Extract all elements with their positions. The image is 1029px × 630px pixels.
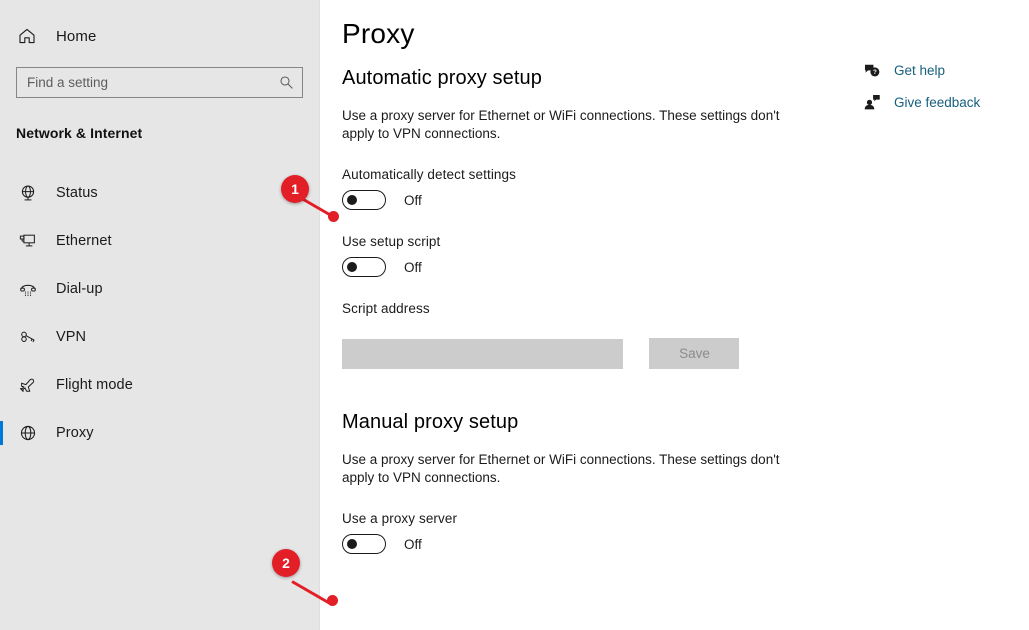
get-help-link[interactable]: ? Get help xyxy=(862,60,1007,80)
use-proxy-server-toggle-row: Off xyxy=(342,534,1029,554)
sidebar-item-ethernet[interactable]: Ethernet xyxy=(0,217,319,265)
save-button[interactable]: Save xyxy=(649,338,740,369)
home-icon xyxy=(16,25,38,47)
manual-proxy-heading: Manual proxy setup xyxy=(342,411,519,433)
use-setup-script-toggle-state: Off xyxy=(404,259,422,275)
toggle-knob xyxy=(347,262,357,272)
related-links: ? Get help Give feedback xyxy=(862,60,1007,124)
feedback-person-icon xyxy=(862,92,882,112)
page-title: Proxy xyxy=(342,18,415,49)
sidebar-item-vpn-label: VPN xyxy=(56,329,87,345)
svg-text:?: ? xyxy=(873,69,877,76)
use-proxy-server-toggle[interactable] xyxy=(342,534,386,554)
main-content: Proxy Automatic proxy setup Use a proxy … xyxy=(320,0,1029,630)
automatic-proxy-description: Use a proxy server for Ethernet or WiFi … xyxy=(342,108,780,141)
status-globe-icon xyxy=(16,181,40,205)
proxy-globe-icon xyxy=(16,421,40,445)
toggle-knob xyxy=(347,539,357,549)
vpn-key-icon xyxy=(16,325,40,349)
use-proxy-server-toggle-state: Off xyxy=(404,536,422,552)
search-box[interactable] xyxy=(16,67,303,98)
give-feedback-label: Give feedback xyxy=(894,94,981,110)
auto-detect-toggle-row: Off xyxy=(342,190,1029,210)
ethernet-icon xyxy=(16,229,40,253)
sidebar-item-proxy[interactable]: Proxy xyxy=(0,409,319,457)
airplane-icon xyxy=(16,373,40,397)
settings-window: Home Network & Internet xyxy=(0,0,1029,630)
sidebar-nav: Status Ethernet Dial-up VPN Flight mode … xyxy=(0,169,319,457)
give-feedback-link[interactable]: Give feedback xyxy=(862,92,1007,112)
sidebar: Home Network & Internet xyxy=(0,0,320,630)
sidebar-item-proxy-label: Proxy xyxy=(56,425,94,441)
use-setup-script-toggle[interactable] xyxy=(342,257,386,277)
search-input[interactable] xyxy=(17,68,302,97)
manual-proxy-description: Use a proxy server for Ethernet or WiFi … xyxy=(342,452,780,485)
sidebar-item-home[interactable]: Home xyxy=(0,20,319,52)
sidebar-item-ethernet-label: Ethernet xyxy=(56,233,112,249)
sidebar-item-dialup-label: Dial-up xyxy=(56,281,103,297)
sidebar-item-flight-mode[interactable]: Flight mode xyxy=(0,361,319,409)
script-address-label: Script address xyxy=(342,301,430,316)
sidebar-item-vpn[interactable]: VPN xyxy=(0,313,319,361)
sidebar-item-flight-mode-label: Flight mode xyxy=(56,377,133,393)
sidebar-item-status[interactable]: Status xyxy=(0,169,319,217)
search-icon[interactable] xyxy=(278,75,294,91)
use-proxy-server-label: Use a proxy server xyxy=(342,511,458,526)
auto-detect-toggle[interactable] xyxy=(342,190,386,210)
sidebar-item-status-label: Status xyxy=(56,185,98,201)
get-help-label: Get help xyxy=(894,62,946,78)
use-setup-script-toggle-row: Off xyxy=(342,257,1029,277)
sidebar-group-title: Network & Internet xyxy=(16,125,143,141)
use-setup-script-label: Use setup script xyxy=(342,234,441,249)
toggle-knob xyxy=(347,195,357,205)
help-bubble-icon: ? xyxy=(862,60,882,80)
sidebar-item-dialup[interactable]: Dial-up xyxy=(0,265,319,313)
auto-detect-label: Automatically detect settings xyxy=(342,167,516,182)
sidebar-item-home-label: Home xyxy=(56,27,97,45)
script-address-input[interactable] xyxy=(342,338,623,369)
dialup-phone-icon xyxy=(16,277,40,301)
auto-detect-toggle-state: Off xyxy=(404,192,422,208)
